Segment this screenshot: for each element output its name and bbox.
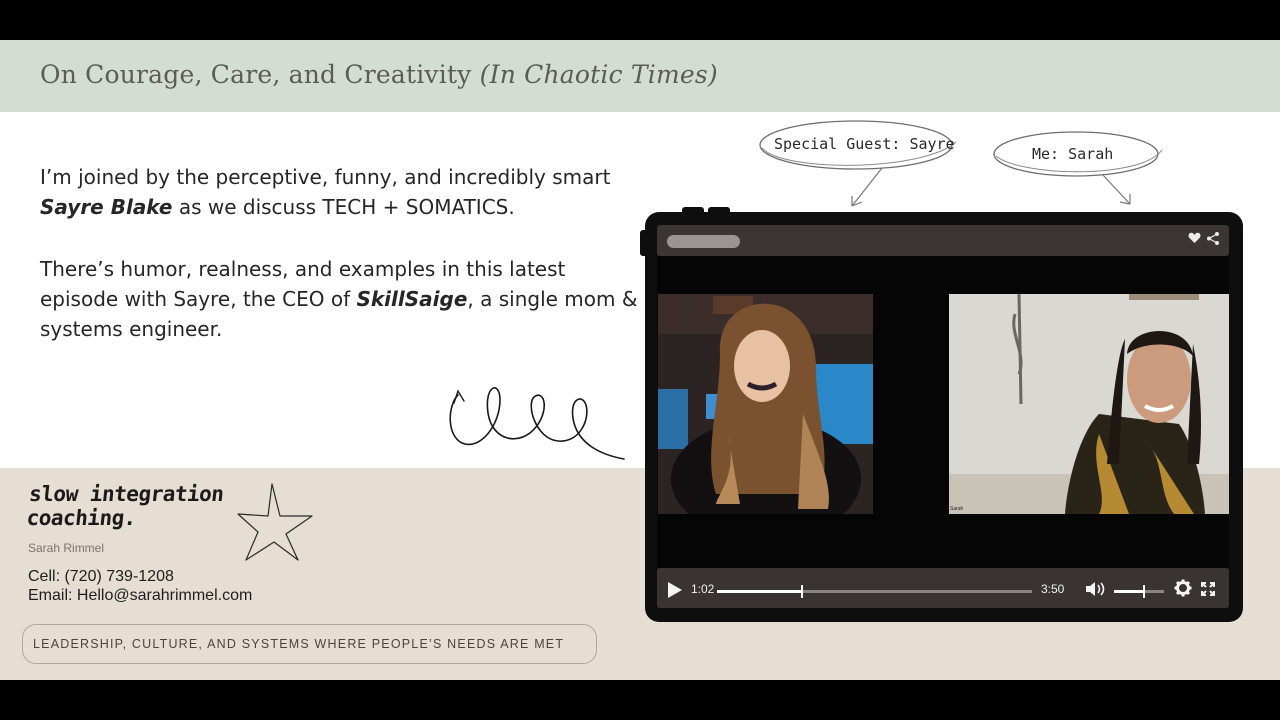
contact-cell: Cell: (720) 739-1208 (28, 568, 174, 585)
company-name: SkillSaige (356, 287, 468, 311)
video-frame[interactable]: Sarah (657, 256, 1229, 568)
squiggle-doodle (449, 387, 625, 460)
host-video-tile: Sarah (949, 294, 1229, 514)
tagline-text: LEADERSHIP, CULTURE, AND SYSTEMS WHERE P… (33, 637, 565, 651)
p1-text-b: as we discuss TECH + SOMATICS. (172, 195, 515, 219)
tagline-pill: LEADERSHIP, CULTURE, AND SYSTEMS WHERE P… (22, 624, 597, 664)
video-title-placeholder (667, 235, 740, 248)
star-icon (237, 483, 313, 561)
share-icon[interactable] (1207, 232, 1219, 249)
brand-script: slow integration coaching. (25, 482, 224, 530)
guest-video-image (658, 294, 873, 514)
heart-icon[interactable] (1188, 232, 1201, 249)
host-video-image (949, 294, 1229, 514)
progress-fill (717, 590, 803, 593)
volume-slider[interactable] (1114, 585, 1164, 598)
volume-fill (1114, 590, 1144, 593)
duration: 3:50 (1041, 582, 1065, 596)
intro-paragraph-1: I’m joined by the perceptive, funny, and… (40, 162, 640, 222)
play-icon[interactable] (667, 581, 683, 603)
progress-handle[interactable] (801, 585, 804, 598)
volume-handle[interactable] (1143, 585, 1145, 598)
progress-bar[interactable] (717, 585, 1032, 598)
contact-email: Email: Hello@sarahrimmel.com (28, 587, 253, 604)
fullscreen-icon[interactable] (1201, 581, 1215, 600)
guest-callout-bubble (759, 120, 957, 207)
volume-icon[interactable] (1085, 581, 1107, 601)
settings-gear-icon[interactable] (1174, 579, 1192, 601)
brand-line-1: slow integration (28, 482, 225, 506)
brand-line-2: coaching. (25, 506, 138, 530)
guest-video-tile (658, 294, 873, 514)
intro-paragraph-2: There’s humor, realness, and examples in… (40, 254, 640, 344)
page-title: On Courage, Care, and Creativity (In Cha… (40, 60, 718, 89)
host-video-label: Sarah (950, 506, 964, 512)
p1-text-a: I’m joined by the perceptive, funny, and… (40, 165, 611, 189)
slide: On Courage, Care, and Creativity (In Cha… (0, 40, 1280, 680)
player-controls: 1:02 3:50 (657, 568, 1229, 608)
title-regular: On Courage, Care, and Creativity (40, 60, 472, 89)
guest-callout-label: Special Guest: Sayre (774, 135, 955, 153)
letterbox-bottom (0, 680, 1280, 720)
me-callout-label: Me: Sarah (1032, 145, 1114, 163)
letterbox-top (0, 0, 1280, 40)
me-callout-bubble (993, 131, 1163, 205)
current-time: 1:02 (691, 582, 715, 596)
brand-name: Sarah Rimmel (28, 541, 105, 555)
player-top-bar (657, 225, 1229, 256)
header-band: On Courage, Care, and Creativity (In Cha… (0, 40, 1280, 112)
guest-name: Sayre Blake (40, 195, 173, 219)
top-icon-group (1188, 232, 1219, 249)
title-italic: (In Chaotic Times) (479, 60, 718, 89)
